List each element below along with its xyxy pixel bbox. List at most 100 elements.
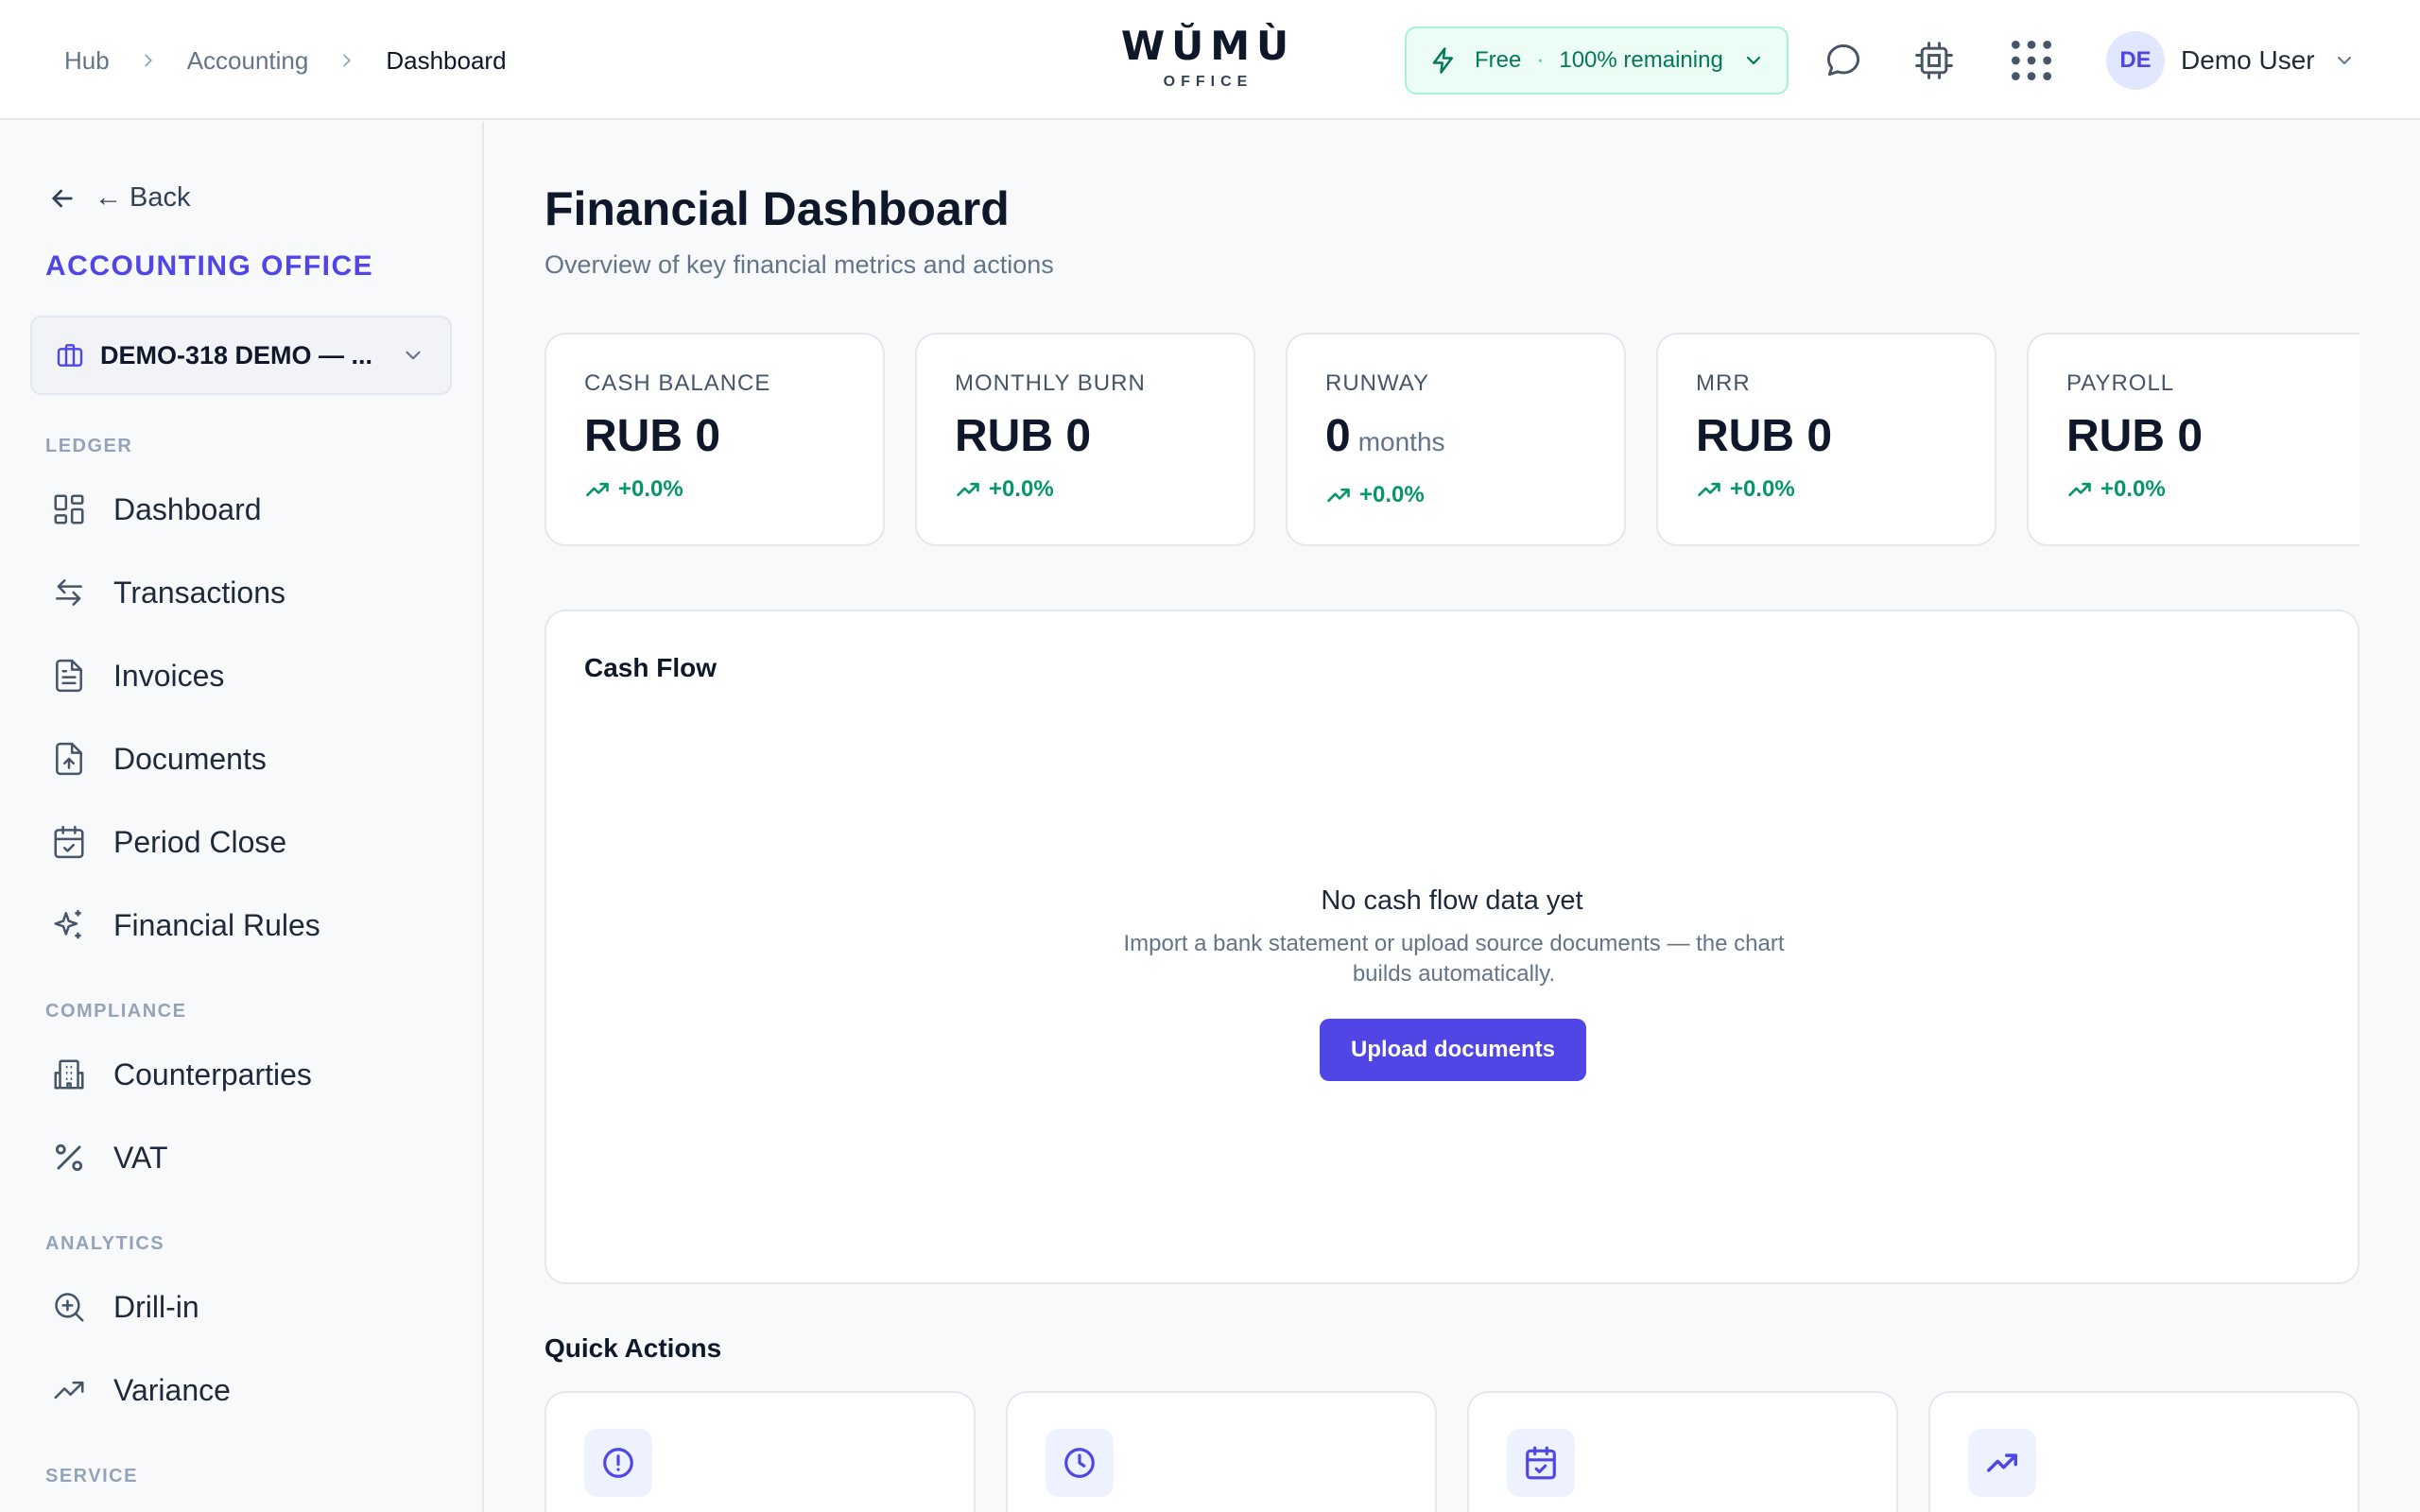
sidebar-item-label: VAT [113, 1140, 168, 1175]
top-bar: Hub Accounting Dashboard WŬMÙ OFFICE Fre… [0, 0, 2420, 120]
sidebar-item-label: Financial Rules [113, 907, 320, 942]
metric-change-text: +0.0% [1730, 476, 1795, 502]
sidebar-item-label: Invoices [113, 658, 225, 693]
user-name[interactable]: Demo User [2181, 43, 2315, 77]
cash-flow-title: Cash Flow [584, 653, 717, 682]
sidebar-item-transactions[interactable]: Transactions [45, 564, 442, 621]
sidebar-item-variance[interactable]: Variance [45, 1362, 442, 1418]
chevron-down-icon[interactable] [2333, 49, 2356, 72]
plan-remaining: 100% remaining [1559, 47, 1723, 73]
metric-value-text: RUB 0 [2066, 411, 2204, 461]
quick-action-card[interactable] [1928, 1391, 2360, 1512]
metric-card-cash-balance[interactable]: CASH BALANCE RUB 0 +0.0% [544, 333, 885, 546]
brand-name: WŬMÙ [1120, 23, 1296, 69]
sidebar-item-vat[interactable]: VAT [45, 1129, 442, 1186]
quick-action-card[interactable] [1006, 1391, 1437, 1512]
sidebar-item-counterparties[interactable]: Counterparties [45, 1046, 442, 1103]
sidebar-item-period-close[interactable]: Period Close [45, 814, 442, 870]
metric-change: +0.0% [2066, 476, 2360, 503]
quick-action-icon-wrap [1046, 1429, 1114, 1497]
sidebar-item-label: Counterparties [113, 1057, 312, 1091]
quick-action-card[interactable] [1467, 1391, 1898, 1512]
upload-documents-button[interactable]: Upload documents [1320, 1019, 1586, 1081]
metric-value: RUB 0 [1696, 410, 1995, 463]
metric-label: RUNWAY [1325, 370, 1429, 396]
page-title: Financial Dashboard [544, 182, 1010, 235]
metric-label: MONTHLY BURN [955, 370, 1146, 396]
trending-up-icon [1987, 1453, 2017, 1472]
quick-action-icon-wrap [1968, 1429, 2036, 1497]
percent-icon [55, 1143, 83, 1172]
metric-card-monthly-burn[interactable]: MONTHLY BURN RUB 0 +0.0% [915, 333, 1255, 546]
sidebar-item-dashboard[interactable]: Dashboard [45, 481, 442, 538]
chip-icon[interactable] [1913, 40, 1955, 81]
metric-change: +0.0% [584, 476, 883, 503]
metric-change-text: +0.0% [1359, 482, 1425, 507]
breadcrumb-accounting[interactable]: Accounting [187, 42, 309, 79]
breadcrumb: Hub Accounting Dashboard [64, 42, 507, 79]
avatar[interactable]: DE [2106, 31, 2165, 90]
sidebar-item-label: Drill-in [113, 1289, 199, 1324]
lightning-icon [1432, 47, 1453, 74]
company-selector[interactable]: DEMO-318 DEMO — ... [30, 316, 452, 395]
sidebar-item-label: Period Close [113, 824, 287, 859]
metric-change: +0.0% [1325, 482, 1624, 508]
metric-label: MRR [1696, 370, 1751, 396]
main-content: Financial Dashboard Overview of key fina… [486, 122, 2420, 1512]
plan-separator: · [1536, 47, 1545, 73]
chat-icon[interactable] [1823, 40, 1864, 81]
page-subtitle: Overview of key financial metrics and ac… [544, 250, 1054, 279]
sidebar-item-invoices[interactable]: Invoices [45, 647, 442, 704]
sidebar: ← Back ACCOUNTING OFFICE DEMO-318 DEMO —… [0, 122, 484, 1512]
metric-value: 0 months [1325, 410, 1624, 469]
metric-value-text: RUB 0 [584, 411, 721, 461]
cash-flow-card: Cash Flow No cash flow data yet Import a… [544, 610, 2360, 1284]
sidebar-item-label: Transactions [113, 575, 285, 610]
calendar-check-icon [1526, 1446, 1556, 1480]
trending-up-icon [1327, 488, 1350, 503]
metric-value-text: RUB 0 [1696, 411, 1833, 461]
arrow-left-icon [52, 189, 73, 207]
metric-change-text: +0.0% [2100, 476, 2166, 502]
arrows-exchange-icon [56, 579, 82, 606]
dashboard-icon [54, 494, 84, 524]
sidebar-item-financial-rules[interactable]: Financial Rules [45, 897, 442, 954]
trending-up-icon [586, 482, 609, 497]
back-label: ← Back [95, 182, 191, 213]
file-text-icon [56, 659, 82, 693]
metric-card-mrr[interactable]: MRR RUB 0 +0.0% [1656, 333, 1996, 546]
briefcase-icon [57, 344, 83, 367]
chevron-right-icon [343, 54, 352, 67]
metric-unit: months [1357, 427, 1445, 456]
section-service: SERVICE [45, 1466, 138, 1486]
metric-change: +0.0% [955, 476, 1253, 503]
metric-card-runway[interactable]: RUNWAY 0 months +0.0% [1286, 333, 1626, 546]
metric-change: +0.0% [1696, 476, 1995, 503]
calendar-check-icon [54, 825, 84, 859]
sidebar-item-drill-in[interactable]: Drill-in [45, 1279, 442, 1335]
sidebar-item-documents[interactable]: Documents [45, 730, 442, 787]
chevron-down-icon [1746, 56, 1760, 65]
back-link[interactable]: ← Back [47, 182, 191, 214]
trending-up-icon [957, 482, 979, 497]
brand-sub: OFFICE [1163, 74, 1253, 90]
brand-logo[interactable]: WŬMÙ OFFICE [1114, 23, 1303, 91]
sidebar-item-label: Variance [113, 1372, 231, 1407]
metric-value: RUB 0 [2066, 410, 2360, 463]
metric-change-text: +0.0% [989, 476, 1054, 502]
plan-tier: Free [1475, 47, 1522, 73]
building-icon [54, 1059, 84, 1090]
breadcrumb-hub[interactable]: Hub [64, 42, 110, 79]
metric-card-payroll[interactable]: PAYROLL RUB 0 +0.0% [2027, 333, 2360, 546]
metric-label: CASH BALANCE [584, 370, 771, 396]
company-name: DEMO-318 DEMO — ... [100, 340, 373, 369]
metric-value-text: 0 [1325, 411, 1351, 461]
plan-usage-dropdown[interactable]: Free · 100% remaining [1405, 26, 1789, 94]
metric-value-text: RUB 0 [955, 411, 1092, 461]
quick-action-card[interactable] [544, 1391, 976, 1512]
zoom-in-icon [55, 1293, 84, 1322]
apps-grid-icon[interactable] [2008, 37, 2055, 84]
empty-state-description: Import a bank statement or upload source… [1123, 931, 1785, 987]
quick-action-icon-wrap [1507, 1429, 1575, 1497]
section-analytics: ANALYTICS [45, 1233, 165, 1254]
